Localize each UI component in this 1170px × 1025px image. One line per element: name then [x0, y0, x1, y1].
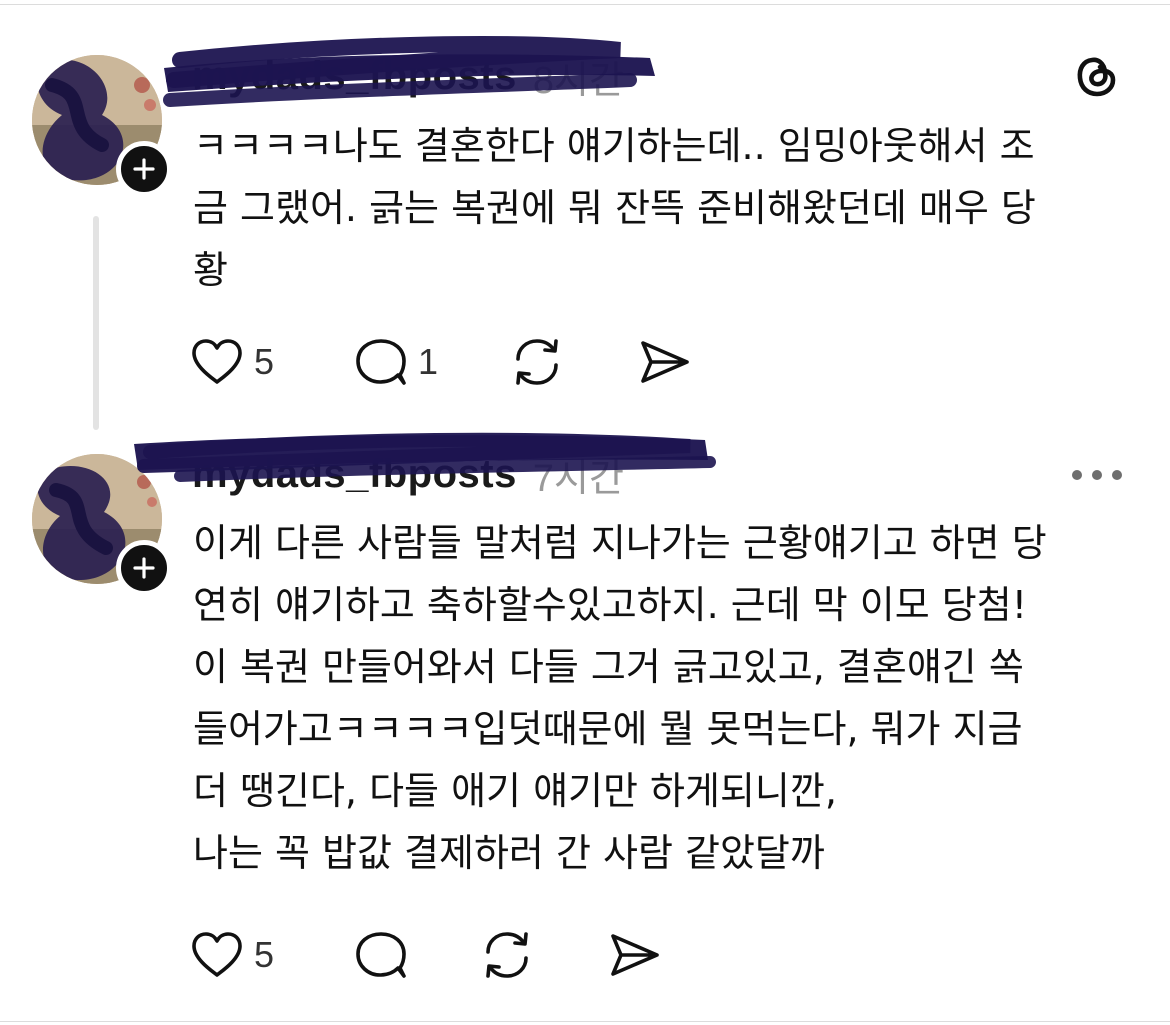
post-header[interactable]: mydads_fbposts 8시간: [192, 48, 624, 104]
reply-button[interactable]: [354, 927, 418, 983]
like-button[interactable]: 5: [190, 927, 274, 983]
post-text-line: 이게 다른 사람들 말처럼 지나가는 근황얘기고 하면 당: [193, 521, 1047, 565]
comment-icon: [356, 932, 406, 978]
send-icon: [641, 341, 689, 383]
share-button[interactable]: [638, 334, 692, 390]
share-button[interactable]: [608, 927, 662, 983]
threads-logo-icon[interactable]: [1072, 51, 1122, 101]
more-options-dot: [1092, 470, 1102, 480]
more-options-icon[interactable]: [1072, 460, 1122, 490]
post-text-line: 연히 얘기하고 축하할수있고하지. 근데 막 이모 당첨!: [193, 583, 1027, 627]
username[interactable]: mydads_fbposts: [192, 54, 517, 99]
post-text-line: 들어가고ㅋㅋㅋㅋ입덧때문에 뭘 못먹는다, 뭐가 지금: [193, 707, 1023, 751]
follow-button[interactable]: [116, 141, 172, 197]
like-button[interactable]: 5: [190, 334, 274, 390]
reply-count: 1: [418, 341, 439, 382]
follow-button[interactable]: [116, 540, 172, 596]
comment-icon: [356, 339, 406, 385]
username[interactable]: mydads_fbposts: [192, 452, 517, 497]
more-options-dot: [1112, 470, 1122, 480]
post-header[interactable]: mydads_fbposts 7시간: [192, 446, 624, 502]
bottom-divider: [0, 1021, 1170, 1022]
post-text-line: 황: [193, 248, 228, 292]
post-text-line: 금 그랬어. 긁는 복권에 뭐 잔뜩 준비해왔던데 매우 당: [193, 186, 1036, 230]
reply-button[interactable]: 1: [354, 334, 438, 390]
post-text-line: 나는 꼭 밥값 결제하러 간 사람 같았달까: [193, 831, 825, 875]
more-options-dot: [1072, 470, 1082, 480]
send-icon: [611, 934, 659, 976]
post-text-line: 이 복권 만들어와서 다들 그거 긁고있고, 결혼얘긴 쏙: [193, 645, 1024, 689]
repost-icon: [516, 339, 558, 385]
like-count: 5: [254, 934, 275, 975]
post-text: 이게 다른 사람들 말처럼 지나가는 근황얘기고 하면 당 연히 얘기하고 축하…: [193, 512, 1153, 884]
thread-post: mydads_fbposts 8시간 ㅋㅋㅋㅋ나도 결혼한다 얘기하는데.. 임…: [0, 0, 1170, 430]
plus-icon: [133, 158, 155, 180]
repost-icon: [486, 932, 528, 978]
like-count: 5: [254, 341, 275, 382]
heart-icon: [192, 339, 242, 384]
post-text-line: 더 땡긴다, 다들 애기 얘기만 하게되니깐,: [193, 769, 837, 813]
thread-post: mydads_fbposts 7시간 이게 다른 사람들 말처럼 지나가는 근황…: [0, 430, 1170, 1021]
plus-icon: [133, 557, 155, 579]
timestamp: 8시간: [532, 59, 624, 102]
post-text-line: ㅋㅋㅋㅋ나도 결혼한다 얘기하는데.. 임밍아웃해서 조: [193, 124, 1035, 168]
repost-button[interactable]: [480, 927, 534, 983]
post-actions: 5 1: [190, 334, 750, 390]
timestamp: 7시간: [532, 457, 624, 500]
thread-connector-line: [93, 216, 99, 430]
post-text: ㅋㅋㅋㅋ나도 결혼한다 얘기하는데.. 임밍아웃해서 조 금 그랬어. 긁는 복…: [193, 115, 1153, 301]
heart-icon: [192, 932, 242, 977]
repost-button[interactable]: [510, 334, 564, 390]
post-actions: 5: [190, 927, 750, 983]
